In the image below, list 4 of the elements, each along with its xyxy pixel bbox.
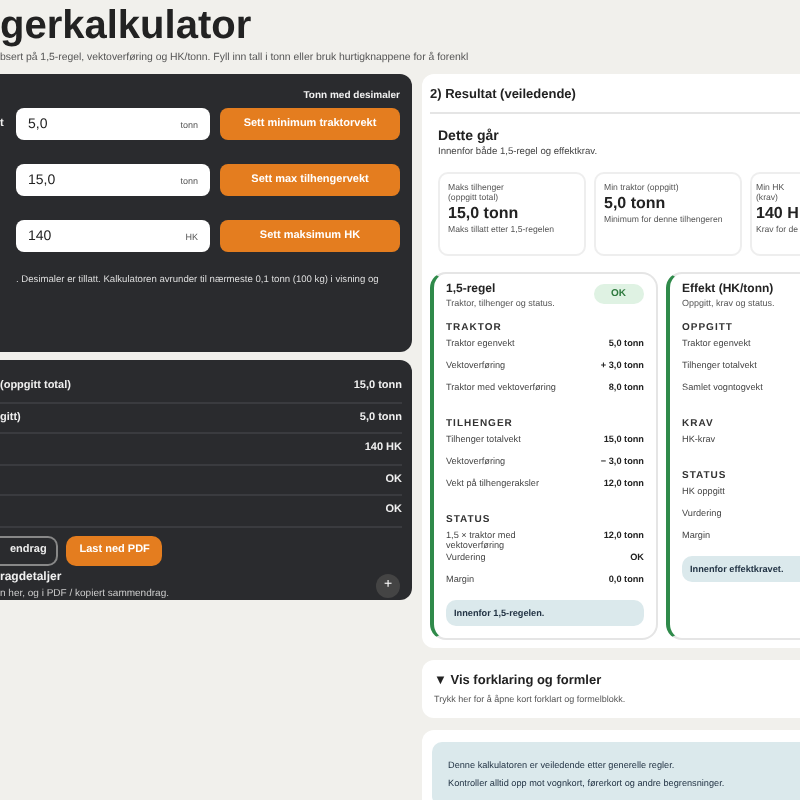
metric-value: 5,0 tonn <box>604 194 668 213</box>
page-title: gerkalkulator <box>0 4 254 48</box>
metric-value: 140 H <box>756 204 800 223</box>
metric-value: 15,0 tonn <box>448 204 521 223</box>
